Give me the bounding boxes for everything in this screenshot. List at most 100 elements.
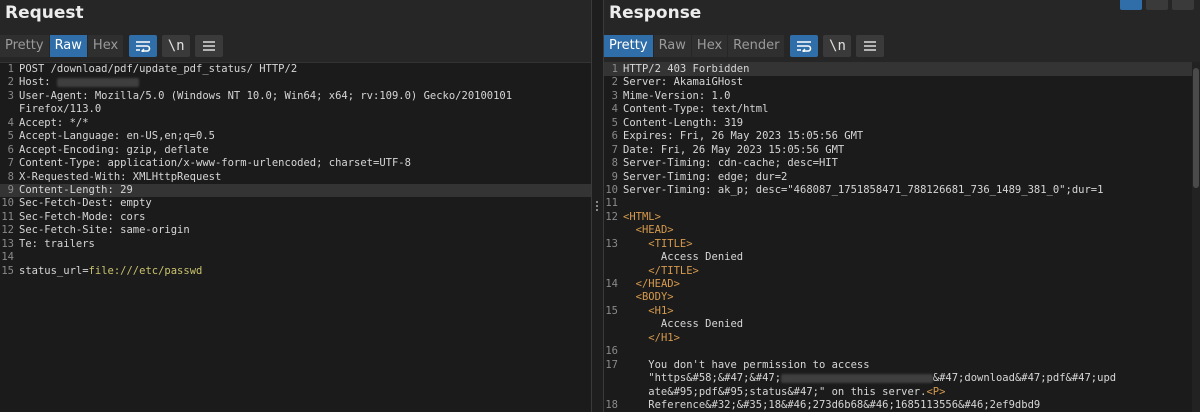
line-number: 17 <box>605 358 618 371</box>
request-menu-button[interactable] <box>195 35 224 57</box>
line-text: <H1> <box>623 304 674 318</box>
request-pane: Request Pretty Raw Hex \n 1 POST /downloa… <box>0 0 591 412</box>
code-line: 12 Sec-Fetch-Site: same-origin <box>0 224 591 237</box>
response-tab-pretty[interactable]: Pretty <box>604 35 653 57</box>
line-number: 6 <box>611 130 618 143</box>
response-tab-raw[interactable]: Raw <box>653 35 691 57</box>
line-text: ate&#95;pdf&#95;status&#47;" on this ser… <box>623 386 945 399</box>
pane-splitter[interactable] <box>591 0 604 412</box>
text-segment: Host: <box>19 76 57 89</box>
text-segment: Content-Length: 29 <box>19 183 133 196</box>
line-text: <BODY> <box>623 291 674 304</box>
code-line: 15 status_url=file:///etc/passwd <box>0 265 591 278</box>
line-number: 9 <box>7 183 14 196</box>
line-number: 3 <box>611 89 618 102</box>
line-text: Server: AkamaiGHost <box>623 76 743 89</box>
line-text: Content-Length: 29 <box>19 184 133 197</box>
response-scrollbar[interactable] <box>1192 62 1200 412</box>
line-number: 11 <box>605 197 618 210</box>
line-text: Access Denied <box>623 251 743 264</box>
text-segment: Accept: */* <box>19 116 89 129</box>
scrollbar-thumb[interactable] <box>1193 68 1199 188</box>
text-segment: Access Denied <box>623 251 744 264</box>
text-segment: Server-Timing: edge; dur=2 <box>623 170 788 183</box>
request-tab-raw[interactable]: Raw <box>49 35 87 57</box>
text-segment: POST /download/pdf/update_pdf_status/ HT… <box>19 63 298 75</box>
request-title: Request <box>5 3 84 23</box>
text-segment: Mime-Version: 1.0 <box>623 89 731 102</box>
line-number: 5 <box>611 116 618 129</box>
line-number: 11 <box>1 210 14 223</box>
code-line: 14 <box>0 251 591 264</box>
text-segment: <P> <box>926 385 946 398</box>
layout-stacked-button[interactable] <box>1146 0 1168 10</box>
text-segment: <H1> <box>648 304 674 317</box>
code-line: 10 Sec-Fetch-Dest: empty <box>0 197 591 210</box>
redacted-text: redacted-host <box>56 77 140 87</box>
line-number: 3 <box>7 89 14 102</box>
line-text: Content-Type: application/x-www-form-url… <box>19 157 411 170</box>
line-text: POST /download/pdf/update_pdf_status/ HT… <box>19 63 297 76</box>
text-segment: status_url= <box>19 264 89 277</box>
line-number: 1 <box>611 63 618 75</box>
word-wrap-icon <box>797 41 812 52</box>
layout-tabs-button[interactable] <box>1172 0 1194 10</box>
line-text: <HTML> <box>623 211 661 224</box>
text-segment: Content-Type: application/x-www-form-url… <box>19 157 411 170</box>
code-line: </TITLE> <box>604 265 1200 278</box>
request-tab-pretty[interactable]: Pretty <box>0 35 49 57</box>
text-segment: Reference&#32;&#35;18&#46;273d6b68&#46;1… <box>623 398 1041 411</box>
response-editor[interactable]: 1 HTTP/2 403 Forbidden 2 Server: AkamaiGHos… <box>604 62 1200 412</box>
line-text: Date: Fri, 26 May 2023 15:05:56 GMT <box>623 144 844 157</box>
request-tab-hex[interactable]: Hex <box>87 35 124 57</box>
code-line: 8 X-Requested-With: XMLHttpRequest <box>0 171 591 184</box>
response-tab-render[interactable]: Render <box>728 35 785 57</box>
code-line: 2 Server: AkamaiGHost <box>604 76 1200 89</box>
code-line: 4 Accept: */* <box>0 117 591 130</box>
code-line: 9 Content-Length: 29 <box>0 183 591 198</box>
text-segment: </TITLE> <box>648 264 699 277</box>
code-line: 3 Mime-Version: 1.0 <box>604 90 1200 103</box>
line-number: 8 <box>7 170 14 183</box>
layout-side-by-side-button[interactable] <box>1120 0 1142 10</box>
show-newlines-button[interactable]: \n <box>823 35 852 57</box>
response-tab-hex[interactable]: Hex <box>691 35 728 57</box>
line-number: 14 <box>1 251 14 264</box>
text-segment: User-Agent: Mozilla/5.0 (Windows NT 10.0… <box>19 89 513 102</box>
code-line: 3 User-Agent: Mozilla/5.0 (Windows NT 10.… <box>0 90 591 103</box>
line-text: Accept-Encoding: gzip, deflate <box>19 144 209 157</box>
code-line: 9 Server-Timing: edge; dur=2 <box>604 171 1200 184</box>
line-number: 6 <box>7 143 14 156</box>
line-text: Content-Length: 319 <box>623 117 743 130</box>
line-number: 2 <box>7 76 14 89</box>
line-number: 8 <box>611 157 618 170</box>
line-text: Server-Timing: cdn-cache; desc=HIT <box>623 157 838 170</box>
line-text: Sec-Fetch-Mode: cors <box>19 211 145 224</box>
code-line: 6 Accept-Encoding: gzip, deflate <box>0 144 591 157</box>
response-title: Response <box>609 3 702 23</box>
response-menu-button[interactable] <box>856 35 885 57</box>
code-line: 18 Reference&#32;&#35;18&#46;273d6b68&#4… <box>604 399 1200 412</box>
line-number: 2 <box>611 76 618 89</box>
code-line: 11 Sec-Fetch-Mode: cors <box>0 211 591 224</box>
text-segment: Content-Type: text/html <box>623 103 769 116</box>
text-segment: Content-Length: 319 <box>623 116 744 129</box>
text-segment: ate&#95;pdf&#95;status&#47;" on this ser… <box>623 385 927 398</box>
word-wrap-icon <box>136 41 151 52</box>
line-text: X-Requested-With: XMLHttpRequest <box>19 171 221 184</box>
text-segment <box>623 278 636 290</box>
line-text: Sec-Fetch-Dest: empty <box>19 197 152 210</box>
word-wrap-button[interactable] <box>790 35 819 57</box>
code-line: 17 You don't have permission to access <box>604 359 1200 372</box>
request-editor[interactable]: 1 POST /download/pdf/update_pdf_status/ H… <box>0 62 591 412</box>
code-line: 5 Content-Length: 319 <box>604 117 1200 130</box>
word-wrap-button[interactable] <box>129 35 158 57</box>
show-newlines-button[interactable]: \n <box>162 35 191 57</box>
text-segment: </H1> <box>648 331 680 344</box>
text-segment: Accept-Encoding: gzip, deflate <box>19 143 209 156</box>
code-line: "https&#58;&#47;&#47;xxxxxxxxxxxxxxxxxxx… <box>604 372 1200 385</box>
response-toolbar: Pretty Raw Hex Render \n <box>604 34 885 58</box>
text-segment: file:///etc/passwd <box>88 264 203 277</box>
line-number: 13 <box>605 237 618 250</box>
line-number: 4 <box>611 103 618 116</box>
